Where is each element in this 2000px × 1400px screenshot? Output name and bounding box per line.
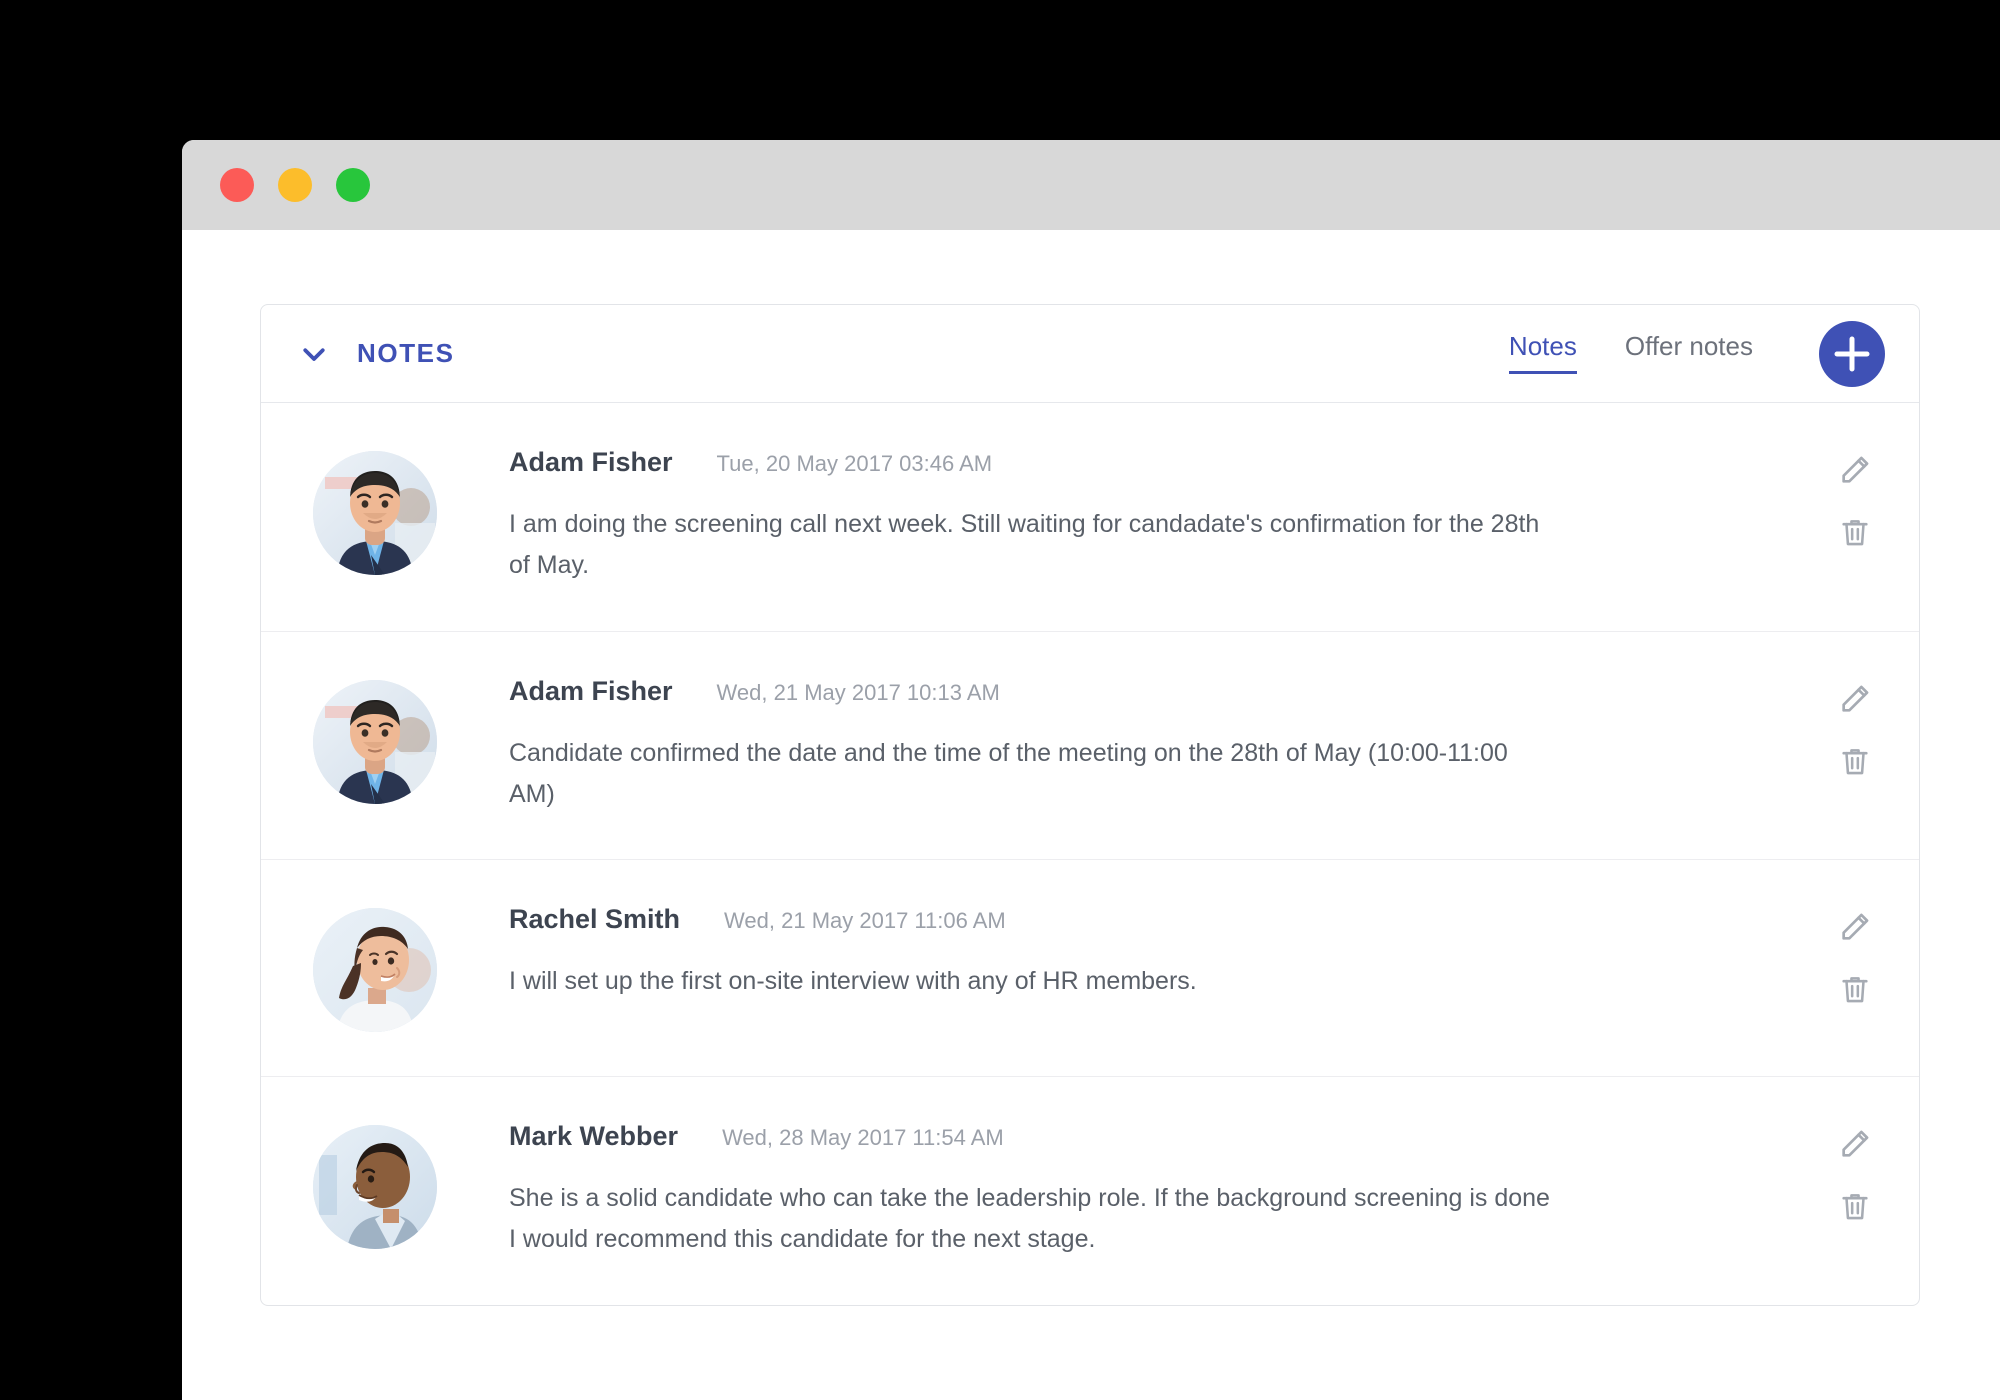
note-body: Adam Fisher Wed, 21 May 2017 10:13 AM Ca…: [437, 676, 1825, 816]
notes-header-left[interactable]: NOTES: [299, 338, 455, 369]
notes-card-header: NOTES Notes Offer notes: [261, 305, 1919, 403]
avatar: [313, 451, 437, 575]
note-author: Adam Fisher: [509, 447, 673, 477]
note-text: I will set up the first on-site intervie…: [509, 967, 1197, 995]
avatar: [313, 908, 437, 1032]
window-content: NOTES Notes Offer notes Adam Fisher Tue,…: [182, 230, 2000, 1400]
window-close-dot[interactable]: [220, 168, 254, 202]
note-date: Wed, 28 May 2017 11:54 AM: [722, 1125, 1004, 1150]
browser-window: NOTES Notes Offer notes Adam Fisher Tue,…: [182, 140, 2000, 1400]
note-date: Wed, 21 May 2017 11:06 AM: [724, 908, 1006, 933]
delete-icon[interactable]: [1838, 972, 1872, 1006]
note-row: Adam Fisher Wed, 21 May 2017 10:13 AM Ca…: [261, 632, 1919, 860]
edit-icon[interactable]: [1838, 1127, 1872, 1161]
note-meta: Rachel Smith Wed, 21 May 2017 11:06 AM: [509, 904, 1785, 935]
delete-icon[interactable]: [1838, 515, 1872, 549]
delete-icon[interactable]: [1838, 1189, 1872, 1223]
edit-icon[interactable]: [1838, 453, 1872, 487]
note-actions: [1825, 676, 1885, 778]
note-date: Wed, 21 May 2017 10:13 AM: [716, 679, 1000, 705]
window-title-bar: [182, 140, 2000, 230]
notes-card: NOTES Notes Offer notes Adam Fisher Tue,…: [260, 304, 1920, 1306]
window-minimize-dot[interactable]: [278, 168, 312, 202]
note-actions: [1825, 1121, 1885, 1223]
delete-icon[interactable]: [1838, 744, 1872, 778]
note-row: Mark Webber Wed, 28 May 2017 11:54 AM Sh…: [261, 1077, 1919, 1305]
screenshot-stage: NOTES Notes Offer notes Adam Fisher Tue,…: [0, 0, 2000, 1400]
edit-icon[interactable]: [1838, 682, 1872, 716]
avatar: [313, 1125, 437, 1249]
note-text: Candidate confirmed the date and the tim…: [509, 738, 1508, 808]
edit-icon[interactable]: [1838, 910, 1872, 944]
note-actions: [1825, 447, 1885, 549]
note-body: Adam Fisher Tue, 20 May 2017 03:46 AM I …: [437, 447, 1825, 587]
tab-notes[interactable]: Notes: [1508, 333, 1577, 374]
notes-list: Adam Fisher Tue, 20 May 2017 03:46 AM I …: [261, 403, 1919, 1305]
note-row: Rachel Smith Wed, 21 May 2017 11:06 AM I…: [261, 860, 1919, 1077]
note-date: Tue, 20 May 2017 03:46 AM: [716, 451, 993, 476]
add-note-button[interactable]: [1819, 320, 1885, 387]
avatar: [313, 679, 437, 804]
chevron-down-icon[interactable]: [299, 339, 329, 369]
note-body: Rachel Smith Wed, 21 May 2017 11:06 AM I…: [437, 904, 1825, 1002]
note-meta: Mark Webber Wed, 28 May 2017 11:54 AM: [509, 1121, 1785, 1152]
note-author: Mark Webber: [509, 1121, 679, 1151]
note-row: Adam Fisher Tue, 20 May 2017 03:46 AM I …: [261, 403, 1919, 632]
note-text: She is a solid candidate who can take th…: [509, 1184, 1550, 1254]
note-meta: Adam Fisher Wed, 21 May 2017 10:13 AM: [509, 676, 1785, 707]
tab-offer-notes[interactable]: Offer notes: [1625, 333, 1753, 374]
note-body: Mark Webber Wed, 28 May 2017 11:54 AM Sh…: [437, 1121, 1825, 1261]
page-title: NOTES: [357, 338, 455, 368]
note-actions: [1825, 904, 1885, 1006]
note-author: Rachel Smith: [509, 904, 681, 934]
note-meta: Adam Fisher Tue, 20 May 2017 03:46 AM: [509, 447, 1785, 478]
notes-header-right: Notes Offer notes: [1508, 320, 1885, 387]
note-text: I am doing the screening call next week.…: [509, 510, 1540, 580]
note-author: Adam Fisher: [509, 675, 673, 706]
window-maximize-dot[interactable]: [336, 168, 370, 202]
